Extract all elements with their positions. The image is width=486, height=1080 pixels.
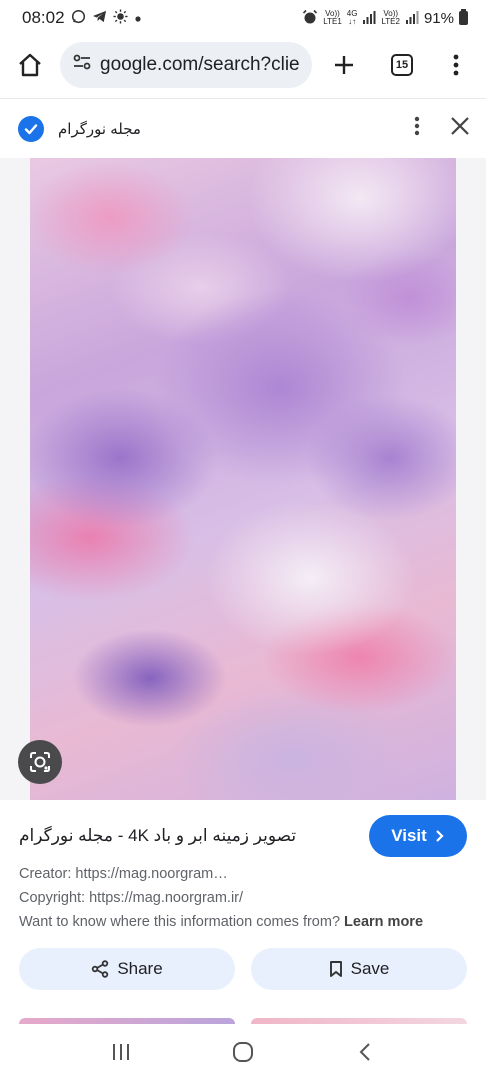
image-preview-area [0, 158, 486, 800]
status-bar: 08:02 Vo)) LTE1 4G ↓↑ Vo)) LTE2 91% [0, 0, 486, 36]
url-bar[interactable]: google.com/search?clie [60, 42, 312, 88]
close-icon [451, 117, 469, 135]
battery-icon [459, 9, 468, 25]
image-title[interactable]: تصویر زمینه ابر و باد 4K - مجله نورگرام [19, 826, 296, 846]
info-source-line: Want to know where this information come… [19, 910, 469, 934]
alarm-icon [302, 9, 318, 28]
home-circle-icon [233, 1042, 253, 1062]
close-viewer-button[interactable] [450, 116, 470, 141]
share-button[interactable]: Share [19, 948, 235, 990]
browser-menu-button[interactable] [438, 47, 474, 83]
google-lens-button[interactable] [18, 740, 62, 784]
status-time: 08:02 [22, 8, 65, 27]
home-button[interactable] [12, 47, 48, 83]
share-icon [92, 960, 109, 978]
visit-button[interactable]: Visit [369, 815, 467, 857]
new-tab-button[interactable] [326, 47, 362, 83]
home-nav-button[interactable] [223, 1032, 263, 1072]
network-gen-label: 4G ↓↑ [346, 9, 358, 26]
share-label: Share [117, 959, 163, 978]
verified-icon [18, 115, 44, 142]
browser-toolbar: google.com/search?clie 15 [0, 36, 486, 94]
more-vert-icon [414, 116, 420, 136]
copyright-text: Copyright: https://mag.noorgram.ir/ [19, 890, 244, 906]
whatsapp-icon [71, 9, 86, 27]
chevron-right-icon [436, 830, 444, 842]
signal-1-icon [362, 10, 376, 27]
plus-icon [335, 56, 353, 74]
url-text: google.com/search?clie [100, 54, 300, 75]
volte-1-label: Vo)) LTE1 [323, 9, 342, 26]
recents-icon [113, 1044, 129, 1060]
source-site-name[interactable]: مجله نورگرام [58, 120, 141, 138]
image-viewer-header: مجله نورگرام [0, 98, 486, 158]
battery-percent: 91% [423, 9, 454, 27]
system-nav-bar [0, 1024, 486, 1080]
volte-2-label: Vo)) LTE2 [381, 9, 400, 26]
recent-apps-button[interactable] [101, 1032, 141, 1072]
image-metadata: Creator: https://mag.noorgram… Copyright… [19, 862, 469, 934]
brightness-icon [113, 9, 128, 27]
back-button[interactable] [345, 1032, 385, 1072]
creator-text: Creator: https://mag.noorgram… [19, 866, 228, 882]
tab-switcher-button[interactable]: 15 [384, 47, 420, 83]
action-buttons: Share Save [19, 948, 467, 990]
save-label: Save [350, 959, 390, 978]
preview-image[interactable] [30, 158, 456, 800]
more-vert-icon [453, 54, 459, 76]
save-button[interactable]: Save [251, 948, 467, 990]
site-settings-icon[interactable] [72, 52, 92, 78]
tab-count: 15 [391, 54, 413, 76]
visit-label: Visit [391, 826, 427, 845]
signal-2-icon [405, 10, 419, 27]
image-info-panel: تصویر زمینه ابر و باد 4K - مجله نورگرام … [0, 800, 486, 1015]
notification-dot-icon [134, 10, 142, 26]
lens-icon [30, 752, 50, 772]
learn-more-link[interactable]: Learn more [344, 914, 423, 930]
viewer-more-button[interactable] [414, 116, 420, 141]
info-question: Want to know where this information come… [19, 914, 341, 930]
home-icon [19, 53, 41, 77]
telegram-icon [92, 9, 107, 27]
bookmark-icon [329, 961, 342, 977]
back-icon [359, 1043, 370, 1061]
